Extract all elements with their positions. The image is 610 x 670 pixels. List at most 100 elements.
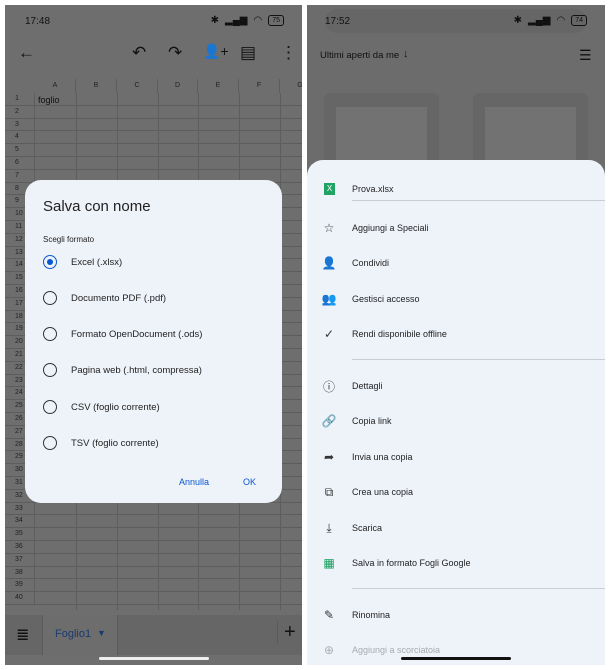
row-number[interactable]: 4 bbox=[5, 131, 35, 144]
format-option[interactable]: Formato OpenDocument (.ods) bbox=[43, 323, 202, 345]
dialog-title: Salva con nome bbox=[43, 198, 151, 215]
bluetooth-icon: ✱ bbox=[513, 15, 522, 26]
shortcut-icon: ⊕ bbox=[323, 643, 335, 657]
menu-item[interactable]: ⓘ Dettagli bbox=[307, 374, 605, 398]
format-option[interactable]: Pagina web (.html, compressa) bbox=[43, 359, 202, 381]
menu-item-label: Crea una copia bbox=[352, 487, 414, 497]
comment-icon[interactable]: ▤ bbox=[240, 43, 256, 63]
menu-item[interactable]: 👥 Gestisci accesso bbox=[307, 287, 605, 311]
sort-label[interactable]: Ultimi aperti da me bbox=[320, 50, 399, 61]
row-number[interactable]: 6 bbox=[5, 157, 35, 169]
row-number[interactable]: 40 bbox=[5, 592, 35, 604]
format-option[interactable]: Documento PDF (.pdf) bbox=[43, 287, 166, 309]
menu-item[interactable]: ✓ Rendi disponibile offline bbox=[307, 322, 605, 346]
menu-item[interactable]: 🔗 Copia link bbox=[307, 409, 605, 433]
menu-item-label: Condividi bbox=[352, 258, 390, 268]
row-number[interactable]: 1 bbox=[5, 93, 35, 105]
sheet-row[interactable]: 36 bbox=[5, 541, 302, 554]
menu-divider bbox=[352, 200, 605, 201]
menu-item[interactable]: ☆ Aggiungi a Speciali bbox=[307, 216, 605, 240]
sheet-row[interactable]: 6 bbox=[5, 157, 302, 170]
dropdown-icon: ▼ bbox=[97, 628, 106, 638]
radio-button[interactable] bbox=[43, 255, 57, 269]
radio-button[interactable] bbox=[43, 291, 57, 305]
row-number[interactable]: 33 bbox=[5, 502, 35, 515]
sheet-row[interactable]: 38 bbox=[5, 566, 302, 580]
sheet-tab[interactable]: Foglio1 ▼ bbox=[42, 615, 118, 655]
menu-item-label: Salva in formato Fogli Google bbox=[352, 558, 471, 568]
row-number[interactable]: 35 bbox=[5, 528, 35, 540]
radio-button[interactable] bbox=[43, 363, 57, 377]
sheet-row[interactable]: 33 bbox=[5, 502, 302, 516]
menu-item[interactable]: ✎ Rinomina bbox=[307, 603, 605, 627]
column-header[interactable]: A bbox=[35, 79, 76, 93]
right-screen: 17:52 ✱ ▂▄▆ ◠ 74 Ultimi aperti da me ↓ ☰ X … bbox=[307, 5, 605, 665]
sheet-row[interactable]: 39 bbox=[5, 579, 302, 593]
more-vert-icon[interactable]: ⋮ bbox=[280, 43, 297, 63]
file-header: X Prova.xlsx bbox=[307, 177, 605, 201]
menu-item[interactable]: ⧉ Crea una copia bbox=[307, 480, 605, 504]
sheet-row[interactable]: 3 bbox=[5, 118, 302, 132]
file-actions-sheet: X Prova.xlsx ☆ Aggiungi a Speciali 👤 Condiv… bbox=[307, 160, 605, 665]
format-option-label: Pagina web (.html, compressa) bbox=[71, 364, 202, 376]
dialog-subtitle: Scegli formato bbox=[43, 235, 95, 244]
column-header[interactable]: B bbox=[76, 79, 117, 93]
signal-icon: ▂▄▆ bbox=[528, 15, 551, 26]
sheet-row[interactable]: 37 bbox=[5, 553, 302, 567]
sheet-tab-label: Foglio1 bbox=[55, 628, 92, 640]
column-header[interactable]: C bbox=[117, 79, 158, 93]
cancel-button[interactable]: Annulla bbox=[179, 477, 209, 487]
format-option[interactable]: Excel (.xlsx) bbox=[43, 251, 122, 273]
column-header[interactable]: F bbox=[239, 79, 280, 93]
column-header[interactable]: E bbox=[198, 79, 239, 93]
link-icon: 🔗 bbox=[321, 414, 337, 428]
format-option[interactable]: CSV (foglio corrente) bbox=[43, 396, 160, 418]
row-number[interactable]: 5 bbox=[5, 144, 35, 156]
sheet-row[interactable]: 34 bbox=[5, 515, 302, 529]
menu-item-label: Rinomina bbox=[352, 610, 391, 620]
radio-button[interactable] bbox=[43, 400, 57, 414]
row-number[interactable]: 39 bbox=[5, 579, 35, 592]
format-option-label: Documento PDF (.pdf) bbox=[71, 292, 167, 304]
menu-item[interactable]: ➦ Invia una copia bbox=[307, 445, 605, 469]
column-header[interactable]: G bbox=[280, 79, 302, 93]
offline-icon: ✓ bbox=[323, 327, 335, 341]
sheet-tab-bar: ≣ Foglio1 ▼ + bbox=[5, 615, 302, 655]
row-number[interactable]: 37 bbox=[5, 553, 35, 566]
row-number[interactable]: 3 bbox=[5, 118, 35, 131]
rename-icon: ✎ bbox=[323, 608, 335, 622]
sort-arrow-icon[interactable]: ↓ bbox=[403, 48, 409, 60]
sheet-row[interactable]: 40 bbox=[5, 592, 302, 605]
add-sheet-icon[interactable]: + bbox=[277, 621, 296, 644]
share-arrow-icon: ➦ bbox=[323, 450, 335, 464]
radio-button[interactable] bbox=[43, 327, 57, 341]
menu-item[interactable]: ⤓ Scarica bbox=[307, 516, 605, 540]
redo-icon[interactable]: ↷ bbox=[168, 43, 182, 63]
menu-item-label: Scarica bbox=[352, 523, 383, 533]
sheet-row[interactable]: 2 bbox=[5, 105, 302, 119]
menu-item[interactable]: 👤 Condividi bbox=[307, 251, 605, 275]
back-arrow-icon[interactable]: ← bbox=[18, 43, 35, 63]
column-header[interactable]: D bbox=[158, 79, 198, 93]
sheet-row[interactable]: 35 bbox=[5, 528, 302, 541]
list-view-icon[interactable]: ☰ bbox=[579, 47, 592, 64]
all-sheets-icon[interactable]: ≣ bbox=[16, 625, 29, 645]
row-number[interactable]: 34 bbox=[5, 515, 35, 528]
ok-button[interactable]: OK bbox=[243, 477, 256, 487]
sheet-row[interactable]: 4 bbox=[5, 131, 302, 145]
row-number[interactable]: 2 bbox=[5, 105, 35, 118]
undo-icon[interactable]: ↶ bbox=[132, 43, 146, 63]
format-option[interactable]: TSV (foglio corrente) bbox=[43, 432, 159, 454]
row-number[interactable]: 7 bbox=[5, 169, 35, 182]
home-indicator[interactable] bbox=[99, 657, 209, 660]
sheet-row[interactable]: 5 bbox=[5, 144, 302, 157]
add-person-icon[interactable]: 👤+ bbox=[203, 43, 229, 60]
row-number[interactable]: 36 bbox=[5, 541, 35, 553]
home-indicator[interactable] bbox=[401, 657, 511, 660]
menu-item[interactable]: ▦ Salva in formato Fogli Google bbox=[307, 551, 605, 575]
row-number[interactable]: 38 bbox=[5, 566, 35, 579]
radio-button[interactable] bbox=[43, 436, 57, 450]
toolbar: ← ↶ ↷ 👤+ ▤ ⋮ bbox=[5, 43, 302, 69]
format-option-label: Formato OpenDocument (.ods) bbox=[71, 328, 203, 340]
cell-a1[interactable]: foglio bbox=[38, 94, 60, 106]
